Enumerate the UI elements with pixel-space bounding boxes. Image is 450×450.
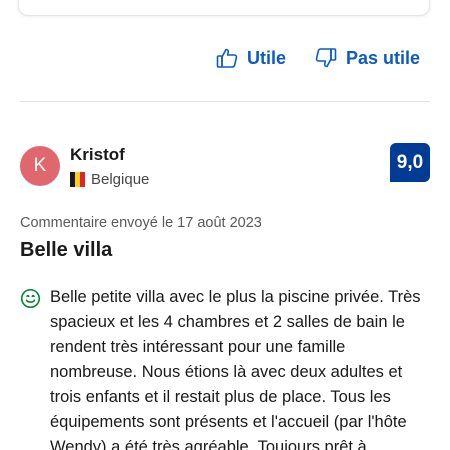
helpful-button[interactable]: Utile xyxy=(215,46,286,70)
belgium-flag-icon xyxy=(70,172,85,187)
reviewer-name: Kristof xyxy=(70,145,125,164)
review-title: Belle villa xyxy=(20,239,113,261)
review-page: Utile Pas utile K Kristof Belgique 9,0 C… xyxy=(0,0,450,450)
smile-icon xyxy=(20,288,41,314)
not-helpful-button[interactable]: Pas utile xyxy=(314,46,420,70)
thumbs-down-icon xyxy=(314,46,338,70)
country-label: Belgique xyxy=(91,171,150,188)
review-date: Commentaire envoyé le 17 août 2023 xyxy=(20,215,262,231)
review-positive-text: Belle petite villa avec le plus la pisci… xyxy=(50,288,421,450)
previous-review-card xyxy=(18,0,430,16)
avatar: K xyxy=(20,146,60,186)
reviewer-country: Belgique xyxy=(70,171,149,188)
helpful-label: Utile xyxy=(246,47,286,68)
not-helpful-label: Pas utile xyxy=(345,47,420,68)
review-feedback-row: Utile Pas utile xyxy=(215,46,420,70)
avatar-initial: K xyxy=(33,155,47,176)
score-badge: 9,0 xyxy=(390,143,430,182)
divider xyxy=(20,101,430,102)
thumbs-up-icon xyxy=(215,46,239,70)
